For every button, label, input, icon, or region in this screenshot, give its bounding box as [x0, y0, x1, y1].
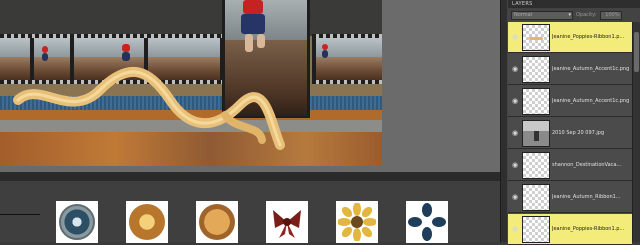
- bin-divider: [0, 214, 40, 215]
- layer-thumbnail: [522, 88, 550, 115]
- layer-row[interactable]: ◉ shannon_DestinationVaca...: [508, 150, 632, 181]
- scrapbook-page[interactable]: [0, 0, 382, 166]
- layers-panel-title: LAYERS: [508, 0, 640, 8]
- layer-thumbnail: [522, 184, 550, 211]
- opacity-label: Opacity:: [576, 12, 597, 18]
- bin-item-blue-flower[interactable]: [406, 201, 448, 243]
- layer-row[interactable]: ◉ Jeanine_Poppies-Ribbon1.p...: [508, 214, 632, 245]
- layer-row[interactable]: ◉ Jeanine_Autumn_Accent1c.png: [508, 54, 632, 85]
- document-canvas[interactable]: [0, 0, 500, 172]
- layer-name: Jeanine_Poppies-Ribbon1.p...: [552, 226, 625, 232]
- eye-icon[interactable]: ◉: [510, 225, 520, 233]
- scrollbar-thumb[interactable]: [634, 32, 639, 72]
- chevron-down-icon: ▾: [568, 11, 571, 18]
- layer-thumbnail: [522, 216, 550, 243]
- gold-flower-badge-icon: [129, 204, 165, 240]
- layer-thumbnail: [522, 120, 550, 147]
- photo-figure-icon: [534, 131, 539, 141]
- layer-row[interactable]: ◉ Jeanine_Autumn_Ribbon1...: [508, 182, 632, 213]
- ribbon-element[interactable]: [0, 60, 382, 150]
- opacity-field[interactable]: 100%: [599, 10, 622, 20]
- panel-divider[interactable]: [500, 0, 508, 242]
- horizontal-scrollbar[interactable]: [0, 172, 500, 180]
- layers-scrollbar[interactable]: [632, 22, 640, 242]
- eye-icon[interactable]: ◉: [510, 97, 520, 105]
- blend-mode-value: Normal: [514, 11, 533, 18]
- layer-name: Jeanine_Autumn_Accent1c.png: [552, 98, 630, 104]
- eye-icon[interactable]: ◉: [510, 65, 520, 73]
- blue-flower-badge-icon: [59, 204, 95, 240]
- layer-name: Jeanine_Poppies-Ribbon1.p...: [552, 34, 625, 40]
- eye-icon[interactable]: ◉: [510, 161, 520, 169]
- bin-item-bronze-badge[interactable]: [196, 201, 238, 243]
- layer-row[interactable]: ◉ Jeanine_Autumn_Accent1c.png: [508, 86, 632, 117]
- layer-row[interactable]: ◉ Jeanine_Poppies-Ribbon1.p...: [508, 22, 632, 53]
- red-bow-icon: [273, 210, 301, 238]
- eye-icon[interactable]: ◉: [510, 193, 520, 201]
- background-paper: [0, 0, 382, 36]
- layer-row[interactable]: ◉ 2010 Sep 20 097.jpg: [508, 118, 632, 149]
- layer-name: Jeanine_Autumn_Accent1c.png: [552, 66, 630, 72]
- bin-item-red-bow[interactable]: [266, 201, 308, 243]
- bin-item-gold-flower-badge[interactable]: [126, 201, 168, 243]
- layers-controls: Normal ▾ Opacity: 100%: [508, 8, 640, 22]
- layer-name: Jeanine_Autumn_Ribbon1...: [552, 194, 621, 200]
- eye-icon[interactable]: ◉: [510, 129, 520, 137]
- layer-name: shannon_DestinationVaca...: [552, 162, 622, 168]
- layers-panel: LAYERS Normal ▾ Opacity: 100% ◉ Jeanine_P…: [508, 0, 640, 245]
- layer-thumbnail: [522, 56, 550, 83]
- blend-mode-select[interactable]: Normal ▾: [511, 10, 573, 20]
- layer-thumbnail: [522, 152, 550, 179]
- project-bin: [0, 180, 500, 243]
- bin-item-yellow-flower[interactable]: [336, 201, 378, 243]
- bronze-badge-icon: [199, 204, 235, 240]
- layer-thumbnail: [522, 24, 550, 51]
- blue-flower-icon: [408, 203, 446, 241]
- eye-icon[interactable]: ◉: [510, 33, 520, 41]
- yellow-flower-icon: [338, 203, 376, 241]
- bin-item-blue-flower-badge[interactable]: [56, 201, 98, 243]
- layer-name: 2010 Sep 20 097.jpg: [552, 130, 605, 136]
- ribbon-thumb-icon: [529, 37, 543, 40]
